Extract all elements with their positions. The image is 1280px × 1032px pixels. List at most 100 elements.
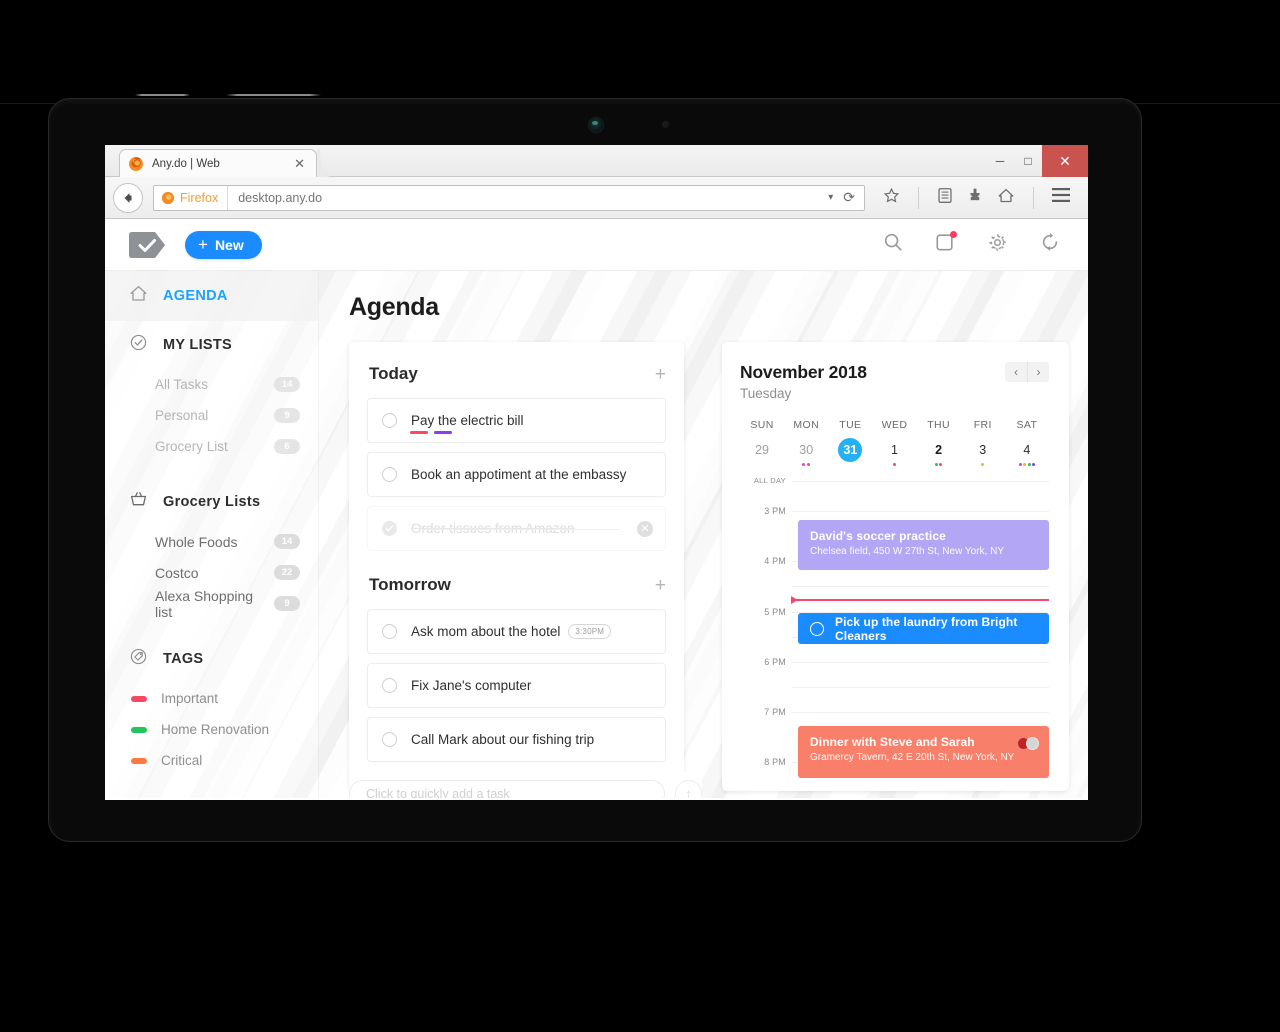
tasks-card: Today + Pay the electric bill Book an ap… bbox=[349, 342, 684, 791]
sidebar-item-whole-foods[interactable]: Whole Foods 14 bbox=[105, 526, 318, 557]
sidebar-item-all-tasks[interactable]: All Tasks 14 bbox=[105, 369, 318, 400]
quick-add-submit-icon[interactable]: ↑ bbox=[675, 780, 702, 798]
calendar-day-number: 3 bbox=[979, 443, 987, 457]
home-icon[interactable] bbox=[997, 187, 1015, 209]
task-time-badge: 3:30PM bbox=[568, 624, 612, 639]
menu-icon[interactable] bbox=[1052, 188, 1070, 207]
panels-row: Today + Pay the electric bill Book an ap… bbox=[349, 342, 1088, 798]
sidebar-tag-home-renovation[interactable]: Home Renovation bbox=[105, 714, 318, 745]
sidebar-item-costco[interactable]: Costco 22 bbox=[105, 557, 318, 588]
task-row[interactable]: Book an appotiment at the embassy bbox=[367, 452, 666, 497]
window-maximize-button[interactable]: □ bbox=[1014, 145, 1042, 177]
calendar-event-laundry-task[interactable]: Pick up the laundry from Bright Cleaners bbox=[798, 613, 1049, 644]
settings-gear-icon[interactable] bbox=[987, 232, 1008, 258]
sidebar-item-label: Costco bbox=[155, 564, 199, 581]
task-text: Book an appotiment at the embassy bbox=[411, 467, 627, 482]
calendar-panel: November 2018 Tuesday ‹ › SUN MON TUE WE… bbox=[722, 342, 1069, 791]
new-button[interactable]: + New bbox=[185, 230, 262, 259]
task-checkbox[interactable] bbox=[382, 678, 397, 693]
tag-color-swatch bbox=[131, 757, 147, 764]
calendar-day-cell[interactable]: 3 bbox=[961, 438, 1005, 467]
sidebar-tag-critical[interactable]: Critical bbox=[105, 745, 318, 776]
screenshot-stage: Any.do | Web ✕ ─ □ ✕ Firefox desktop.any… bbox=[0, 0, 1280, 1032]
sensor-dot-icon bbox=[662, 121, 669, 128]
task-checkbox[interactable] bbox=[382, 467, 397, 482]
calendar-day-number: 29 bbox=[755, 443, 770, 457]
event-task-checkbox[interactable] bbox=[810, 621, 824, 636]
basket-icon bbox=[129, 490, 148, 514]
grid-line bbox=[792, 712, 1049, 713]
back-button[interactable] bbox=[113, 182, 143, 213]
task-row[interactable]: Call Mark about our fishing trip bbox=[367, 717, 666, 762]
task-row[interactable]: Fix Jane's computer bbox=[367, 663, 666, 708]
calendar-weekday: Tuesday bbox=[740, 386, 792, 401]
calendar-event-dinner[interactable]: Dinner with Steve and Sarah Gramercy Tav… bbox=[798, 726, 1049, 778]
sidebar-tag-important[interactable]: Important bbox=[105, 683, 318, 714]
sidebar-item-alexa-shopping-list[interactable]: Alexa Shopping list 9 bbox=[105, 587, 318, 620]
download-icon[interactable] bbox=[967, 187, 983, 209]
task-checkbox[interactable] bbox=[382, 624, 397, 639]
notifications-icon[interactable] bbox=[935, 231, 957, 257]
avatar bbox=[1026, 737, 1039, 750]
backdrop-highlight-left bbox=[135, 94, 190, 96]
sidebar-section-tags[interactable]: TAGS bbox=[105, 635, 318, 683]
bookmark-star-icon[interactable] bbox=[883, 187, 900, 209]
calendar-dates-row: 29 30 31 1 2 3 4 bbox=[740, 438, 1049, 467]
time-label: 3 PM bbox=[764, 506, 786, 516]
sidebar-item-label: Personal bbox=[155, 408, 209, 423]
event-location: Chelsea field, 450 W 27th St, New York, … bbox=[810, 546, 1004, 557]
task-checkbox[interactable] bbox=[382, 732, 397, 747]
address-bar[interactable]: Firefox desktop.any.do ▾ ⟳ bbox=[153, 184, 865, 211]
dow-label: MON bbox=[793, 419, 820, 431]
close-tab-icon[interactable]: ✕ bbox=[291, 157, 308, 170]
time-label-all-day: ALL DAY bbox=[753, 476, 786, 485]
add-task-tomorrow-button[interactable]: + bbox=[655, 576, 666, 595]
calendar-day-cell-selected[interactable]: 31 bbox=[828, 438, 872, 467]
home-icon bbox=[129, 284, 148, 308]
sync-icon[interactable] bbox=[1040, 232, 1060, 257]
browser-toolbar-icons bbox=[869, 186, 1080, 209]
calendar-day-dots bbox=[802, 463, 810, 467]
sidebar-item-count: 22 bbox=[274, 565, 300, 580]
quick-add-input[interactable]: Click to quickly add a task bbox=[349, 780, 665, 798]
calendar-day-cell[interactable]: 30 bbox=[784, 438, 828, 467]
calendar-day-cell[interactable]: 2 bbox=[917, 438, 961, 467]
sidebar-item-grocery-list[interactable]: Grocery List 6 bbox=[105, 431, 318, 462]
chevron-down-icon[interactable]: ▾ bbox=[828, 192, 833, 203]
sidebar-section-grocery-lists[interactable]: Grocery Lists bbox=[105, 478, 318, 526]
calendar-event-soccer-practice[interactable]: David's soccer practice Chelsea field, 4… bbox=[798, 520, 1049, 570]
sidebar-item-agenda[interactable]: AGENDA bbox=[105, 271, 318, 321]
delete-task-button[interactable]: ✕ bbox=[637, 520, 653, 537]
calendar-day-cell[interactable]: 1 bbox=[872, 438, 916, 467]
tasks-panel: Today + Pay the electric bill Book an ap… bbox=[349, 342, 702, 798]
browser-tab[interactable]: Any.do | Web ✕ bbox=[119, 149, 317, 177]
search-icon[interactable] bbox=[883, 232, 903, 257]
window-minimize-button[interactable]: ─ bbox=[986, 145, 1014, 177]
task-row[interactable]: Ask mom about the hotel 3:30PM bbox=[367, 609, 666, 654]
calendar-nav: ‹ › bbox=[1005, 362, 1049, 382]
sidebar-section-my-lists[interactable]: MY LISTS bbox=[105, 321, 318, 369]
url-text[interactable]: desktop.any.do bbox=[228, 191, 819, 205]
event-title: Pick up the laundry from Bright Cleaners bbox=[835, 614, 1018, 643]
task-tag-bars bbox=[410, 430, 452, 434]
task-checkbox-checked[interactable] bbox=[382, 521, 397, 536]
task-row-completed[interactable]: Order tissues from Amazon ✕ bbox=[367, 506, 666, 551]
calendar-next-button[interactable]: › bbox=[1027, 362, 1049, 382]
calendar-day-cell[interactable]: 29 bbox=[740, 438, 784, 467]
sidebar-item-personal[interactable]: Personal 9 bbox=[105, 400, 318, 431]
calendar-day-cell[interactable]: 4 bbox=[1005, 438, 1049, 467]
window-close-button[interactable]: ✕ bbox=[1042, 145, 1088, 177]
event-title: Dinner with Steve and Sarah bbox=[810, 735, 975, 749]
add-task-today-button[interactable]: + bbox=[655, 365, 666, 384]
anydo-logo-icon[interactable] bbox=[129, 231, 167, 258]
sidebar-item-label: Alexa Shopping list bbox=[155, 587, 254, 620]
task-checkbox[interactable] bbox=[382, 413, 397, 428]
reader-icon[interactable] bbox=[937, 187, 953, 209]
sidebar-tag-label: Critical bbox=[161, 753, 203, 768]
section-header-today: Today + bbox=[369, 364, 666, 384]
task-row[interactable]: Pay the electric bill bbox=[367, 398, 666, 443]
reload-icon[interactable]: ⟳ bbox=[843, 189, 855, 206]
calendar-prev-button[interactable]: ‹ bbox=[1005, 362, 1027, 382]
calendar-day-number: 4 bbox=[1023, 443, 1031, 457]
